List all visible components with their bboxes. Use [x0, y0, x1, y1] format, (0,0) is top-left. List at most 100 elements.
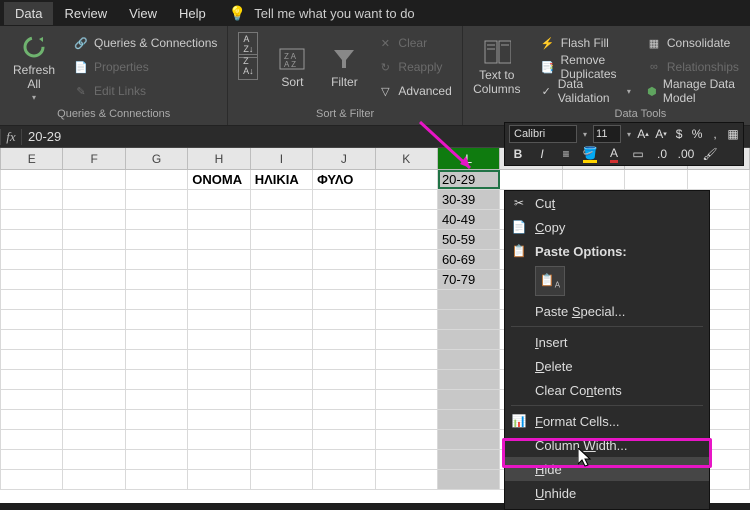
fx-icon[interactable]: fx	[0, 129, 22, 145]
cell[interactable]	[63, 390, 125, 409]
cell[interactable]	[188, 330, 250, 349]
cell[interactable]	[126, 330, 188, 349]
cell[interactable]	[376, 270, 438, 289]
cell[interactable]	[63, 470, 125, 489]
cell[interactable]	[1, 250, 63, 269]
cell[interactable]	[313, 410, 375, 429]
col-f[interactable]: F	[63, 148, 125, 169]
cell[interactable]	[63, 370, 125, 389]
cell[interactable]	[376, 170, 438, 189]
cell[interactable]	[313, 470, 375, 489]
menu-insert[interactable]: Insert	[505, 330, 709, 354]
italic-icon[interactable]: I	[533, 145, 551, 163]
cell[interactable]	[1, 230, 63, 249]
advanced-filter-button[interactable]: ▽ Advanced	[374, 80, 455, 102]
cell[interactable]	[188, 290, 250, 309]
align-icon[interactable]: ≡	[557, 145, 575, 163]
cell[interactable]	[1, 330, 63, 349]
cell[interactable]	[438, 470, 500, 489]
cell[interactable]: 50-59	[438, 230, 500, 249]
cell[interactable]	[376, 290, 438, 309]
cell[interactable]	[188, 270, 250, 289]
cell[interactable]	[1, 350, 63, 369]
cell[interactable]	[126, 270, 188, 289]
cell[interactable]	[438, 290, 500, 309]
cell[interactable]	[188, 190, 250, 209]
tell-me-search[interactable]: Tell me what you want to do	[254, 6, 414, 21]
cell[interactable]	[1, 270, 63, 289]
cell[interactable]: 30-39	[438, 190, 500, 209]
cell[interactable]	[126, 310, 188, 329]
cell[interactable]	[1, 470, 63, 489]
cell[interactable]	[376, 190, 438, 209]
tab-view[interactable]: View	[118, 2, 168, 25]
cell[interactable]	[63, 250, 125, 269]
cell[interactable]	[438, 330, 500, 349]
cell[interactable]	[188, 210, 250, 229]
cell[interactable]	[251, 310, 313, 329]
menu-hide[interactable]: Hide	[505, 457, 709, 481]
cell[interactable]	[625, 170, 687, 189]
cell[interactable]	[251, 210, 313, 229]
cell[interactable]	[188, 250, 250, 269]
col-i[interactable]: I	[251, 148, 313, 169]
menu-format-cells[interactable]: 📊 Format Cells...	[505, 409, 709, 433]
cell[interactable]	[251, 290, 313, 309]
col-l-selected[interactable]: L	[438, 148, 500, 169]
font-color-icon[interactable]: A	[605, 145, 623, 163]
cell[interactable]	[313, 370, 375, 389]
manage-data-model-button[interactable]: ⬢ Manage Data Model	[643, 80, 744, 102]
cell[interactable]	[1, 210, 63, 229]
cell[interactable]	[63, 210, 125, 229]
cell[interactable]	[1, 450, 63, 469]
cell[interactable]	[63, 410, 125, 429]
cell[interactable]	[313, 330, 375, 349]
cell[interactable]	[251, 470, 313, 489]
cell[interactable]	[63, 230, 125, 249]
cell[interactable]	[376, 390, 438, 409]
fill-color-icon[interactable]: 🪣	[581, 145, 599, 163]
cell[interactable]	[438, 410, 500, 429]
cell[interactable]: 20-29	[438, 170, 500, 189]
cell[interactable]	[1, 310, 63, 329]
cell[interactable]	[500, 170, 562, 189]
mini-font-name[interactable]	[509, 125, 577, 143]
queries-connections-button[interactable]: 🔗 Queries & Connections	[70, 32, 221, 54]
cell[interactable]: 60-69	[438, 250, 500, 269]
cell[interactable]	[126, 250, 188, 269]
menu-column-width[interactable]: Column Width...	[505, 433, 709, 457]
cell[interactable]	[251, 250, 313, 269]
border-icon[interactable]: ▭	[629, 145, 647, 163]
cell[interactable]	[313, 430, 375, 449]
cell[interactable]	[1, 370, 63, 389]
cell[interactable]	[376, 370, 438, 389]
cell[interactable]	[313, 310, 375, 329]
cell[interactable]	[126, 190, 188, 209]
cell[interactable]	[313, 270, 375, 289]
cell[interactable]	[126, 290, 188, 309]
decrease-font-icon[interactable]: A▾	[655, 125, 667, 143]
cell[interactable]	[376, 430, 438, 449]
sort-button[interactable]: Z AA Z Sort	[270, 28, 314, 106]
cell[interactable]: ΦΥΛΟ	[313, 170, 375, 189]
cell[interactable]	[313, 250, 375, 269]
cell[interactable]	[251, 330, 313, 349]
refresh-all-button[interactable]: Refresh All ▾	[6, 28, 62, 106]
cell[interactable]	[63, 310, 125, 329]
cell[interactable]	[126, 470, 188, 489]
menu-paste-special[interactable]: Paste Special...	[505, 299, 709, 323]
cell[interactable]	[1, 190, 63, 209]
col-e[interactable]: E	[1, 148, 63, 169]
cell[interactable]	[376, 310, 438, 329]
cell[interactable]	[376, 450, 438, 469]
consolidate-button[interactable]: ▦ Consolidate	[643, 32, 744, 54]
cell[interactable]	[251, 430, 313, 449]
cell[interactable]	[376, 210, 438, 229]
chevron-down-icon[interactable]: ▾	[627, 130, 631, 139]
cell[interactable]	[1, 430, 63, 449]
cell[interactable]	[251, 450, 313, 469]
cell[interactable]	[251, 350, 313, 369]
col-g[interactable]: G	[126, 148, 188, 169]
cell[interactable]	[438, 310, 500, 329]
increase-font-icon[interactable]: A▴	[637, 125, 649, 143]
